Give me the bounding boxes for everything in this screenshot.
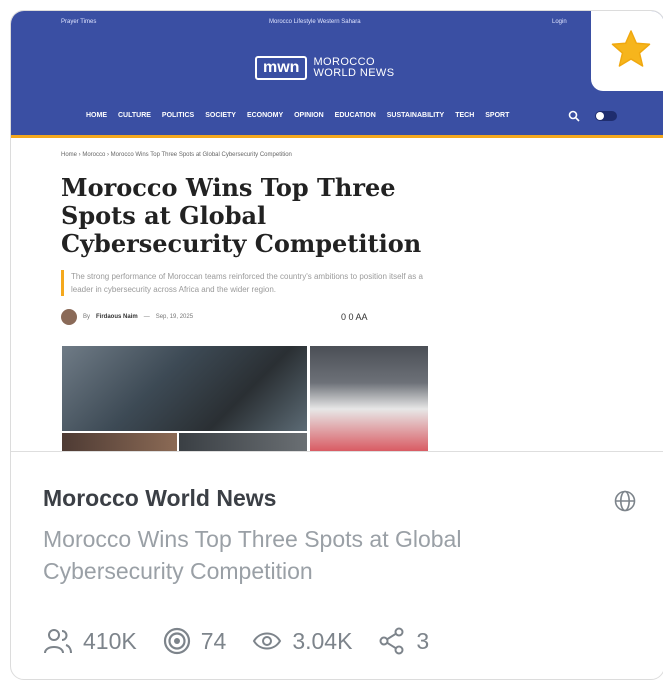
- site-header: Prayer Times Morocco Lifestyle Western S…: [11, 11, 663, 136]
- views-count: 3.04K: [292, 627, 353, 654]
- reach-count: 74: [200, 627, 227, 654]
- byline: By Firdaous Naim — Sep, 19, 2025: [61, 309, 193, 325]
- nav-economy[interactable]: ECONOMY: [247, 112, 283, 119]
- source-name[interactable]: Morocco World News: [43, 485, 276, 512]
- nav-sport[interactable]: SPORT: [485, 112, 509, 119]
- globe-icon: [614, 490, 636, 512]
- card-headline[interactable]: Morocco Wins Top Three Spots at Global C…: [43, 523, 603, 587]
- logo-text-line2: WORLD NEWS: [313, 67, 395, 79]
- article-title: Morocco Wins Top Three Spots at Global C…: [61, 173, 422, 258]
- stats-row: 410K 74 3.04K 3: [43, 627, 455, 655]
- article-photo-team: [62, 346, 307, 431]
- shares-stat: 3: [378, 627, 429, 655]
- dark-mode-toggle[interactable]: [595, 111, 617, 121]
- nav-society[interactable]: SOCIETY: [205, 112, 236, 119]
- article-lede: The strong performance of Moroccan teams…: [61, 270, 441, 296]
- share-icon: [379, 627, 404, 655]
- nav-opinion[interactable]: OPINION: [294, 112, 324, 119]
- nav-home[interactable]: HOME: [86, 112, 107, 119]
- article-photo-thumb-2: [179, 433, 307, 451]
- news-card[interactable]: Prayer Times Morocco Lifestyle Western S…: [10, 10, 663, 680]
- users-icon: [44, 629, 72, 654]
- prayer-times-link[interactable]: Prayer Times: [61, 19, 96, 25]
- followers-stat: 410K: [43, 627, 137, 655]
- site-nav: HOME CULTURE POLITICS SOCIETY ECONOMY OP…: [86, 112, 509, 119]
- nav-education[interactable]: EDUCATION: [335, 112, 376, 119]
- views-stat: 3.04K: [252, 628, 352, 655]
- article-screenshot[interactable]: Prayer Times Morocco Lifestyle Western S…: [11, 11, 663, 451]
- search-icon[interactable]: [568, 110, 580, 122]
- by-prefix: By: [83, 314, 91, 320]
- site-logo[interactable]: mwn MOROCCO WORLD NEWS: [255, 56, 394, 80]
- star-icon[interactable]: [611, 29, 651, 69]
- article-photo-man: [310, 346, 428, 451]
- article-photo-thumb-1: [62, 433, 177, 451]
- logo-mark: mwn: [255, 56, 308, 80]
- header-accent-line: [11, 135, 663, 138]
- logo-wordmark: MOROCCO WORLD NEWS: [313, 57, 394, 79]
- nav-sustainability[interactable]: SUSTAINABILITY: [387, 112, 444, 119]
- target-icon: [163, 627, 190, 655]
- article-actions[interactable]: 0 0 AA: [341, 312, 368, 322]
- publish-date: Sep, 19, 2025: [155, 314, 194, 320]
- byline-dash: —: [143, 314, 150, 320]
- author-name[interactable]: Firdaous Naim: [96, 314, 138, 320]
- card-divider: [11, 451, 663, 452]
- reach-stat: 74: [163, 627, 227, 655]
- top-links[interactable]: Morocco Lifestyle Western Sahara: [269, 19, 361, 25]
- nav-tech[interactable]: TECH: [455, 112, 474, 119]
- nav-politics[interactable]: POLITICS: [162, 112, 194, 119]
- author-avatar: [61, 309, 77, 325]
- nav-culture[interactable]: CULTURE: [118, 112, 151, 119]
- login-link[interactable]: Login: [552, 19, 567, 25]
- followers-count: 410K: [83, 627, 137, 654]
- breadcrumb[interactable]: Home › Morocco › Morocco Wins Top Three …: [61, 152, 292, 158]
- shares-count: 3: [416, 627, 430, 654]
- eye-icon: [253, 632, 282, 650]
